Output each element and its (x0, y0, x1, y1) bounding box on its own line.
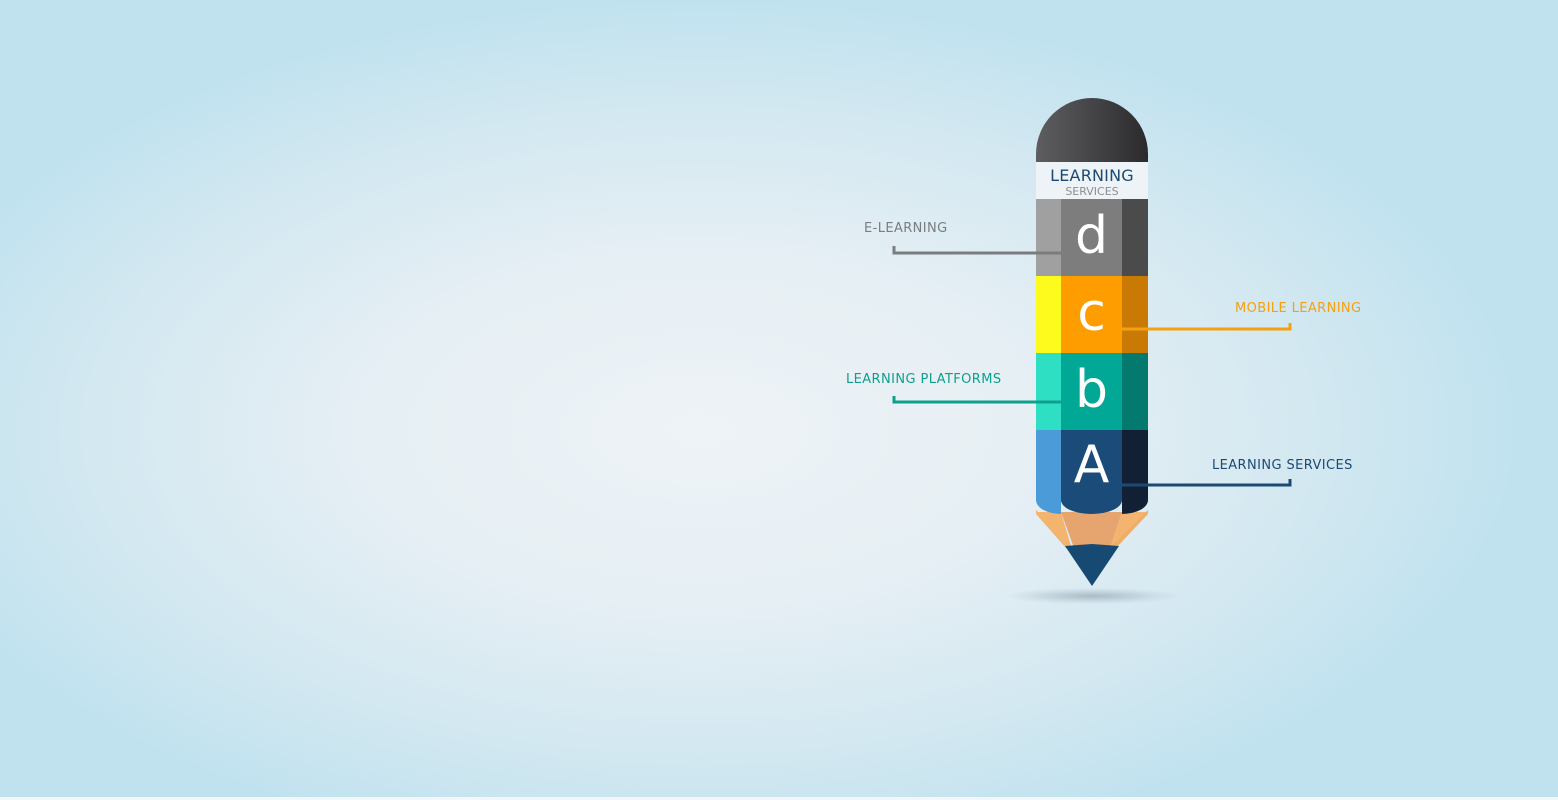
callout-learning-platforms-leader (892, 396, 1062, 404)
segment-c-left-face (1036, 276, 1061, 353)
pencil-band-subtitle: SERVICES (1065, 185, 1119, 198)
segment-b-left-face (1036, 353, 1061, 430)
callout-learning-services-label: LEARNING SERVICES (1212, 458, 1353, 473)
segment-b-right-face (1122, 353, 1148, 430)
callout-mobile-learning-label: MOBILE LEARNING (1235, 301, 1362, 316)
pencil-shadow (1008, 588, 1176, 604)
pencil-lead (1065, 544, 1119, 586)
segment-d: d (1036, 199, 1148, 276)
segment-d-left-face (1036, 199, 1061, 276)
segment-b-letter: b (1074, 360, 1108, 420)
segment-c: c (1036, 276, 1148, 353)
segment-a-right-face (1122, 430, 1148, 514)
infographic-canvas: LEARNING SERVICES d c b A E-LEARNING MOB… (0, 0, 1558, 800)
pencil-band-title: LEARNING (1050, 166, 1134, 185)
segment-c-right-face (1122, 276, 1148, 353)
callout-mobile-learning-leader (1122, 323, 1292, 331)
segment-d-letter: d (1074, 206, 1108, 266)
callout-learning-platforms-label: LEARNING PLATFORMS (846, 372, 1002, 387)
callout-e-learning-leader (892, 246, 1062, 255)
segment-a-left-face (1036, 430, 1061, 514)
pencil-eraser-cap (1036, 98, 1148, 162)
callout-learning-services-leader (1122, 479, 1292, 487)
segment-d-right-face (1122, 199, 1148, 276)
segment-b: b (1036, 353, 1148, 430)
segment-a-letter: A (1073, 435, 1110, 495)
pencil-label-band: LEARNING SERVICES (1036, 162, 1148, 199)
segment-c-letter: c (1077, 283, 1106, 343)
callout-e-learning-label: E-LEARNING (864, 221, 948, 236)
segment-a: A (1036, 430, 1148, 514)
